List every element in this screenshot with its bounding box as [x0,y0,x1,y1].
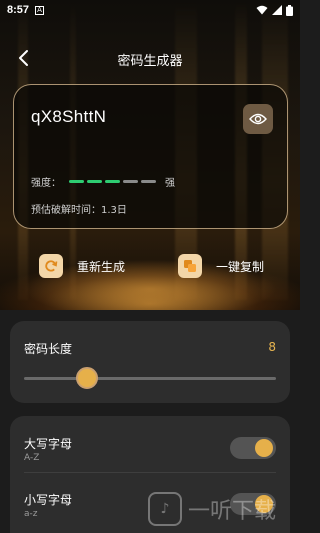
regenerate-button[interactable]: 重新生成 [39,254,125,278]
strength-indicator: 强度： 强 [31,174,175,189]
watermark-logo-icon: ♪ [148,492,182,526]
length-value: 8 [268,340,276,354]
option-name: 大写字母 [24,437,73,451]
uppercase-toggle[interactable] [230,437,276,459]
length-slider-track[interactable] [24,377,276,380]
strength-level: 强 [165,178,175,189]
status-bar: 8:57 A [0,0,300,20]
generated-password[interactable]: qX8ShttN [31,107,106,127]
length-panel: 密码长度 8 [10,321,290,403]
strength-segment [87,180,102,183]
strength-segment [105,180,120,183]
crack-time: 预估破解时间：1.3日 [31,205,127,216]
option-name: 小写字母 [24,493,73,507]
regenerate-label: 重新生成 [77,259,126,274]
page-title: 密码生成器 [117,54,183,69]
option-range: A-Z [24,453,40,463]
strength-label: 强度： [31,178,61,189]
eye-icon [249,113,267,125]
option-uppercase: 大写字母 A-Z [24,420,276,470]
action-row: 重新生成 一键复制 [0,254,300,282]
top-bar: 密码生成器 [0,40,300,76]
copy-label: 一键复制 [216,259,265,274]
battery-icon [286,4,293,16]
length-label: 密码长度 [24,342,73,356]
strength-segment [69,180,84,183]
copy-icon [178,254,202,278]
watermark-text: 一听下载 [188,499,277,524]
length-slider-thumb[interactable] [76,367,98,389]
strength-segment [123,180,138,183]
divider [24,472,276,473]
notification-icon: A [35,5,45,15]
password-card: qX8ShttN 强度： 强 预估破解时间：1.3日 [13,84,288,229]
strength-segment [141,180,156,183]
toggle-visibility-button[interactable] [243,104,273,134]
status-time: 8:57 [7,4,30,16]
wifi-icon [256,5,268,15]
strength-bars [69,180,156,183]
watermark: ♪ 一听下载 [148,492,276,526]
toggle-knob [255,439,273,457]
copy-button[interactable]: 一键复制 [178,254,264,278]
refresh-icon [39,254,63,278]
signal-icon [272,5,282,15]
option-range: a-z [24,509,38,519]
